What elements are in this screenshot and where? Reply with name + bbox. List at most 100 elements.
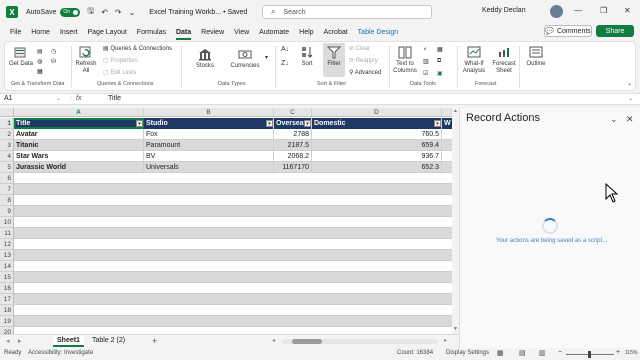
- accessibility-status[interactable]: Accessibility: Investigate: [28, 350, 93, 356]
- data-types-more-icon[interactable]: ▾: [265, 54, 268, 61]
- menu-home[interactable]: Home: [31, 29, 50, 36]
- zoom-out-icon[interactable]: −: [558, 349, 562, 356]
- outline-button[interactable]: Outline: [523, 46, 549, 68]
- zoom-slider[interactable]: [566, 351, 614, 358]
- data-model-icon[interactable]: ▣: [437, 70, 443, 77]
- row-header[interactable]: 16: [0, 283, 14, 294]
- next-sheet-icon[interactable]: ▸: [18, 337, 22, 345]
- prev-sheet-icon[interactable]: ◂: [6, 337, 10, 345]
- menu-table-design[interactable]: Table Design: [358, 29, 398, 36]
- sheet-tab-sheet1[interactable]: Sheet1: [53, 336, 84, 347]
- display-settings-button[interactable]: Display Settings: [446, 350, 489, 356]
- scroll-up-icon[interactable]: ▲: [453, 108, 458, 114]
- stocks-button[interactable]: Stocks: [191, 48, 219, 70]
- table-cell[interactable]: Paramount: [144, 140, 274, 151]
- sort-button[interactable]: Sort: [297, 46, 317, 68]
- row-header[interactable]: 5: [0, 162, 14, 173]
- menu-acrobat[interactable]: Acrobat: [324, 29, 348, 36]
- get-data-button[interactable]: Get Data: [9, 46, 33, 68]
- advanced-button[interactable]: ⚲ Advanced: [349, 69, 381, 76]
- row-header[interactable]: 13: [0, 250, 14, 261]
- from-table-icon[interactable]: ▦: [37, 68, 43, 75]
- hscroll-left-icon[interactable]: ◂: [272, 337, 275, 344]
- row-header[interactable]: 7: [0, 184, 14, 195]
- save-icon[interactable]: 🖫: [87, 5, 94, 19]
- filter-dropdown-icon[interactable]: ▾: [266, 120, 273, 127]
- filter-dropdown-icon[interactable]: ▾: [304, 120, 311, 127]
- existing-connections-icon[interactable]: ⛁: [51, 58, 56, 65]
- table-row[interactable]: [14, 239, 452, 250]
- what-if-button[interactable]: What-If Analysis: [459, 46, 489, 75]
- row-header[interactable]: 11: [0, 228, 14, 239]
- restore-icon[interactable]: ❐: [600, 6, 607, 15]
- table-row[interactable]: [14, 283, 452, 294]
- refresh-all-button[interactable]: Refresh All: [75, 46, 97, 75]
- scroll-down-icon[interactable]: ▼: [453, 326, 458, 332]
- from-web-icon[interactable]: ◍: [37, 58, 42, 65]
- hscroll-right-icon[interactable]: ▸: [444, 337, 447, 344]
- table-cell[interactable]: 1167170: [274, 162, 312, 173]
- from-text-icon[interactable]: ▤: [37, 48, 43, 55]
- row-header[interactable]: 18: [0, 305, 14, 316]
- sort-az-icon[interactable]: A↓: [281, 46, 289, 53]
- filter-button[interactable]: Filter: [323, 43, 345, 77]
- table-row[interactable]: [14, 195, 452, 206]
- table-cell[interactable]: 652.3: [312, 162, 442, 173]
- table-header-cell[interactable]: Domestic ▾: [312, 118, 442, 129]
- customize-qat-icon[interactable]: ⌄: [129, 8, 136, 17]
- page-break-view-icon[interactable]: ▥: [539, 349, 546, 357]
- table-cell[interactable]: 936.7: [312, 151, 442, 162]
- table-cell[interactable]: BV: [144, 151, 274, 162]
- table-row[interactable]: [14, 250, 452, 261]
- column-header-e[interactable]: [442, 108, 452, 117]
- relationships-icon[interactable]: ⧉: [437, 58, 441, 65]
- horizontal-scroll-thumb[interactable]: [292, 339, 322, 344]
- row-header[interactable]: 15: [0, 272, 14, 283]
- collapse-ribbon-icon[interactable]: ⌄: [627, 80, 632, 87]
- zoom-level[interactable]: 115%: [625, 350, 637, 356]
- name-box-dropdown-icon[interactable]: ⌄: [56, 95, 61, 102]
- formula-input[interactable]: Title: [108, 95, 121, 102]
- table-row[interactable]: [14, 184, 452, 195]
- table-header-cell[interactable]: Studio ▾: [144, 118, 274, 129]
- table-cell[interactable]: 659.4: [312, 140, 442, 151]
- reapply-button[interactable]: ⟳ Reapply: [349, 57, 378, 64]
- menu-data[interactable]: Data: [175, 29, 192, 40]
- data-validation-icon[interactable]: ☑: [423, 70, 428, 77]
- row-header[interactable]: 10: [0, 217, 14, 228]
- queries-connections-button[interactable]: ▤ Queries & Connections: [103, 45, 172, 52]
- table-cell[interactable]: 2068.2: [274, 151, 312, 162]
- horizontal-scrollbar[interactable]: [282, 339, 438, 344]
- expand-formula-bar-icon[interactable]: ⌄: [628, 95, 633, 102]
- table-cell[interactable]: Universals: [144, 162, 274, 173]
- row-header[interactable]: 1: [0, 118, 14, 129]
- menu-view[interactable]: View: [234, 29, 249, 36]
- document-title[interactable]: Excel Training Workb... • Saved: [149, 9, 247, 16]
- column-header-b[interactable]: B: [144, 108, 274, 117]
- table-cell[interactable]: Star Wars: [14, 151, 144, 162]
- table-cell[interactable]: 760.5: [312, 129, 442, 140]
- row-header[interactable]: 9: [0, 206, 14, 217]
- table-row[interactable]: [14, 228, 452, 239]
- zoom-slider-thumb[interactable]: [588, 351, 591, 358]
- menu-help[interactable]: Help: [299, 29, 313, 36]
- clear-button[interactable]: ⊘ Clear: [349, 45, 370, 52]
- share-button[interactable]: Share: [596, 25, 634, 37]
- table-row[interactable]: [14, 327, 452, 334]
- redo-icon[interactable]: ↷: [115, 8, 122, 17]
- row-header[interactable]: 6: [0, 173, 14, 184]
- text-to-columns-button[interactable]: Text to Columns: [392, 46, 418, 75]
- recent-sources-icon[interactable]: ◷: [51, 48, 56, 55]
- comments-button[interactable]: 💬 Comments: [544, 25, 592, 37]
- table-cell[interactable]: Jurassic World: [14, 162, 144, 173]
- row-header[interactable]: 17: [0, 294, 14, 305]
- pane-options-icon[interactable]: ⌄: [610, 114, 618, 125]
- table-row[interactable]: [14, 261, 452, 272]
- table-cell[interactable]: 2788: [274, 129, 312, 140]
- formula-options-icon[interactable]: ⋮: [68, 95, 74, 102]
- column-header-c[interactable]: C: [274, 108, 312, 117]
- currencies-button[interactable]: Currencies: [227, 48, 263, 70]
- column-header-a[interactable]: A: [14, 108, 144, 117]
- row-header[interactable]: 3: [0, 140, 14, 151]
- add-sheet-icon[interactable]: +: [152, 336, 157, 346]
